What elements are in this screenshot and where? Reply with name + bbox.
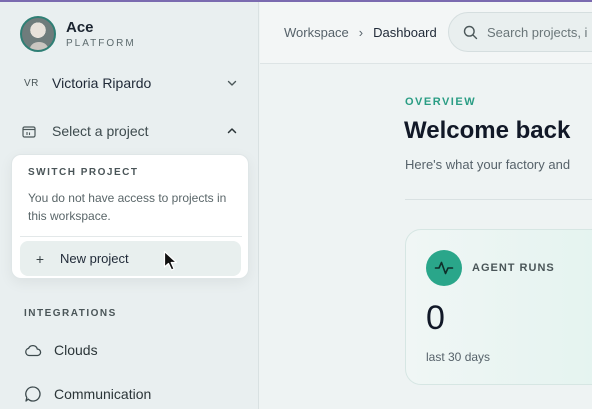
project-selector-label: Select a project bbox=[52, 123, 149, 139]
user-name: Victoria Ripardo bbox=[52, 75, 152, 91]
activity-pulse-icon bbox=[426, 250, 462, 286]
card-title: AGENT RUNS bbox=[472, 262, 555, 274]
new-project-button[interactable]: + New project bbox=[20, 241, 241, 276]
breadcrumb-chevron-icon: › bbox=[358, 25, 364, 40]
sidebar-item-label: Clouds bbox=[54, 342, 98, 358]
dropdown-title: SWITCH PROJECT bbox=[28, 167, 139, 178]
sidebar-item-label: Communication bbox=[54, 386, 152, 402]
top-bar: Workspace › Dashboard Search projects, i bbox=[260, 2, 592, 64]
new-project-label: New project bbox=[60, 251, 129, 266]
breadcrumb-dashboard: Dashboard bbox=[373, 25, 437, 40]
breadcrumb-workspace[interactable]: Workspace bbox=[284, 25, 349, 40]
chat-bubble-icon bbox=[25, 386, 41, 402]
brand-subtitle: PLATFORM bbox=[66, 37, 136, 49]
page-subtitle: Here's what your factory and bbox=[405, 157, 571, 172]
breadcrumb: Workspace › Dashboard bbox=[284, 25, 437, 40]
project-dropdown: SWITCH PROJECT You do not have access to… bbox=[11, 154, 249, 279]
sidebar-item-clouds[interactable]: Clouds bbox=[24, 338, 98, 362]
section-label: OVERVIEW bbox=[405, 96, 477, 108]
search-input[interactable]: Search projects, i bbox=[448, 12, 592, 52]
project-selector[interactable]: Select a project bbox=[12, 113, 248, 149]
cloud-icon bbox=[25, 344, 42, 357]
mouse-pointer-icon bbox=[163, 250, 178, 271]
card-caption: last 30 days bbox=[426, 350, 491, 364]
sidebar-item-communication[interactable]: Communication bbox=[24, 382, 151, 406]
agent-runs-card[interactable]: AGENT RUNS 0 last 30 days bbox=[405, 229, 592, 385]
user-switcher[interactable]: VR Victoria Ripardo bbox=[12, 65, 248, 101]
no-access-message: You do not have access to projects in th… bbox=[28, 191, 227, 223]
user-initials: VR bbox=[24, 77, 39, 89]
brand[interactable]: Ace PLATFORM bbox=[20, 16, 136, 52]
content-divider bbox=[405, 199, 592, 200]
integrations-heading: INTEGRATIONS bbox=[24, 308, 117, 319]
brand-avatar bbox=[20, 16, 56, 52]
card-value: 0 bbox=[426, 299, 445, 337]
brand-name: Ace bbox=[66, 18, 94, 36]
main-content: OVERVIEW Welcome back Here's what your f… bbox=[260, 65, 592, 409]
chevron-down-icon bbox=[227, 80, 237, 86]
search-placeholder: Search projects, i bbox=[487, 24, 588, 40]
page-title: Welcome back bbox=[404, 117, 571, 144]
dropdown-divider bbox=[20, 236, 242, 237]
plus-icon: + bbox=[35, 250, 45, 267]
search-icon bbox=[463, 25, 478, 39]
chevron-up-icon bbox=[227, 128, 237, 134]
folder-icon bbox=[12, 125, 52, 138]
sidebar: Ace PLATFORM VR Victoria Ripardo Select … bbox=[0, 2, 259, 409]
